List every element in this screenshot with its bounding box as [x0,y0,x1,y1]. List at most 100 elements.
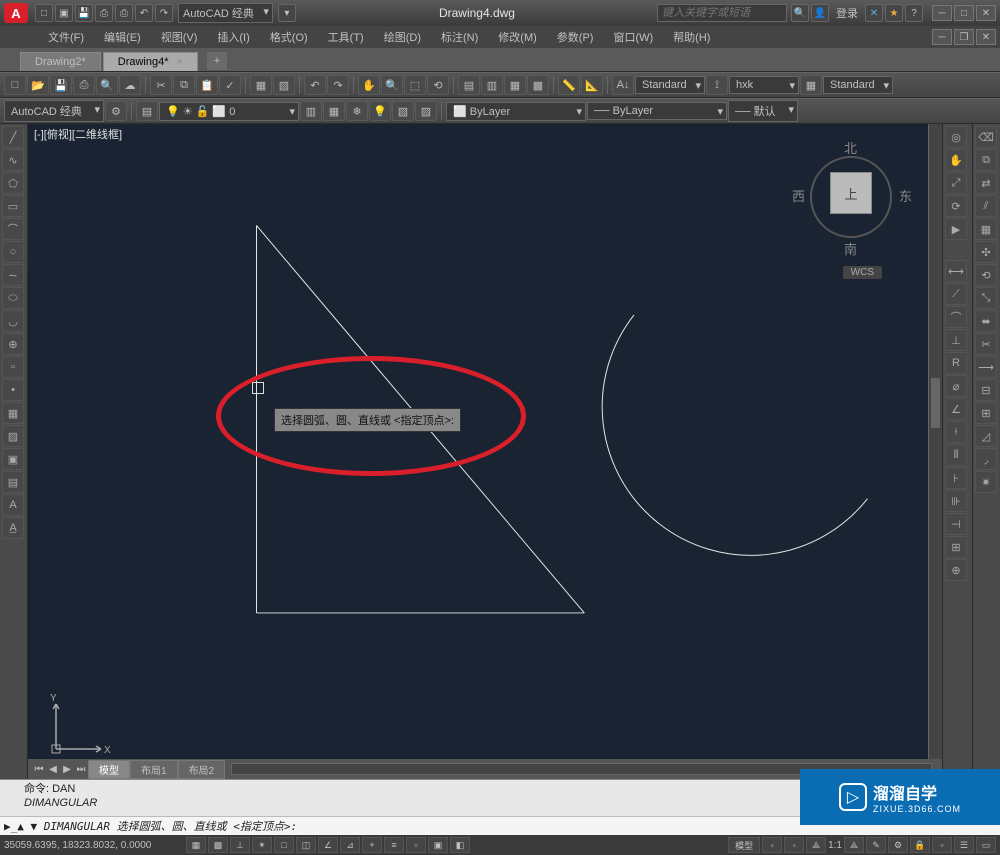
move-icon[interactable]: ✣ [975,241,997,263]
layer-dropdown[interactable]: 💡 ☀ 🔓 ⬜ 0 [159,102,299,121]
quickview-layouts-icon[interactable]: ▫ [762,837,782,853]
tab-prev-icon[interactable]: ◀ [46,764,60,775]
center-mark-icon[interactable]: ⊕ [945,559,967,581]
quickview-drawings-icon[interactable]: ▫ [784,837,804,853]
saveas-icon[interactable]: ⎙ [95,4,113,22]
mark-icon[interactable]: 📐 [581,75,603,95]
print-icon[interactable]: ⎙ [115,4,133,22]
menu-file[interactable]: 文件(F) [40,27,92,47]
tablestyle-icon[interactable]: ▦ [800,75,822,95]
menu-insert[interactable]: 插入(I) [209,27,257,47]
dim-baseline-icon[interactable]: ⫴ [945,444,967,466]
lineweight-dropdown[interactable]: ── 默认 [728,100,798,122]
polygon-icon[interactable]: ⬠ [2,172,24,194]
3dosnap-icon[interactable]: ◫ [296,837,316,853]
sc-icon[interactable]: ◧ [450,837,470,853]
viewcube-west[interactable]: 西 [792,186,805,205]
spline-icon[interactable]: ∼ [2,264,24,286]
menu-format[interactable]: 格式(O) [262,27,316,47]
dimstyle-dropdown[interactable]: hxk [729,76,799,94]
user-icon[interactable]: 👤 [811,4,829,22]
showmotion-icon[interactable]: ▶ [945,218,967,240]
mirror-icon[interactable]: ⇄ [975,172,997,194]
dim-ordinate-icon[interactable]: ⊥ [945,329,967,351]
props-icon[interactable]: ▤ [458,75,480,95]
dim-continue-icon[interactable]: ⊦ [945,467,967,489]
rectangle-icon[interactable]: ▭ [2,195,24,217]
tab-next-icon[interactable]: ▶ [60,764,74,775]
menu-edit[interactable]: 编辑(E) [96,27,149,47]
viewcube-east[interactable]: 东 [899,186,912,205]
new-icon[interactable]: □ [4,75,26,95]
pan-icon[interactable]: ✋ [945,149,967,171]
textstyle-dropdown[interactable]: Standard [635,76,705,94]
offset-icon[interactable]: ⫽ [975,195,997,217]
dropdown-icon[interactable]: ▾ [278,4,296,22]
wcs-label[interactable]: WCS [843,266,882,279]
linetype-dropdown[interactable]: ── ByLayer [587,102,727,120]
isolate-icon[interactable]: ☰ [954,837,974,853]
zoom-window-icon[interactable]: ⬚ [404,75,426,95]
copy-icon[interactable]: ⧉ [975,149,997,171]
doc-close-button[interactable]: ✕ [976,29,996,45]
new-tab-button[interactable]: + [206,51,228,71]
app-logo-icon[interactable]: A [4,3,28,23]
menu-view[interactable]: 视图(V) [153,27,206,47]
insert-icon[interactable]: ⊕ [2,333,24,355]
workspace-settings-icon[interactable]: ⚙ [105,101,127,121]
tablestyle-dropdown[interactable]: Standard [823,76,893,94]
paste-icon[interactable]: 📋 [196,75,218,95]
tool-palette-icon[interactable]: ▦ [504,75,526,95]
tab-last-icon[interactable]: ⏭ [74,764,88,775]
osnap-icon[interactable]: □ [274,837,294,853]
menu-window[interactable]: 窗口(W) [605,27,661,47]
hardware-accel-icon[interactable]: ▫ [932,837,952,853]
region-icon[interactable]: ▣ [2,448,24,470]
coordinates[interactable]: 35059.6395, 18323.8032, 0.0000 [4,840,184,851]
close-icon[interactable]: × [177,56,183,68]
dim-diameter-icon[interactable]: ⌀ [945,375,967,397]
block-icon[interactable]: ▫ [2,356,24,378]
clean-screen-icon[interactable]: ▭ [976,837,996,853]
chamfer-icon[interactable]: ◿ [975,425,997,447]
menu-param[interactable]: 参数(P) [549,27,602,47]
layer-states-icon[interactable]: ▥ [300,101,322,121]
layout-tab-2[interactable]: 布局2 [178,760,226,779]
arc-icon[interactable]: ⌒ [2,218,24,240]
annovisibility-icon[interactable]: ⟁ [844,837,864,853]
menu-dimension[interactable]: 标注(N) [433,27,486,47]
layer-iso-icon[interactable]: ▦ [323,101,345,121]
array-icon[interactable]: ▦ [975,218,997,240]
layout-tab-1[interactable]: 布局1 [130,760,178,779]
ellipse-icon[interactable]: ⬭ [2,287,24,309]
sheet-icon[interactable]: ▥ [481,75,503,95]
dim-linear-icon[interactable]: ⟷ [945,260,967,282]
polyline-icon[interactable]: ∿ [2,149,24,171]
layer-off-icon[interactable]: 💡 [369,101,391,121]
snap-icon[interactable]: ▦ [186,837,206,853]
menu-draw[interactable]: 绘图(D) [376,27,429,47]
doc-minimize-button[interactable]: ─ [932,29,952,45]
dim-break-icon[interactable]: ⊣ [945,513,967,535]
layer-match-icon[interactable]: ▧ [392,101,414,121]
maximize-button[interactable]: □ [954,5,974,21]
measure-icon[interactable]: 📏 [558,75,580,95]
rotate-icon[interactable]: ⟲ [975,264,997,286]
circle-icon[interactable]: ○ [2,241,24,263]
help-icon[interactable]: ? [905,4,923,22]
viewcube-top[interactable]: 上 [830,172,872,214]
copy-icon[interactable]: ⧉ [173,75,195,95]
color-dropdown[interactable]: ⬜ ByLayer [446,102,586,121]
menu-modify[interactable]: 修改(M) [490,27,545,47]
tab-first-icon[interactable]: ⏮ [32,764,46,775]
redo-icon[interactable]: ↷ [327,75,349,95]
workspace-dropdown[interactable]: AutoCAD 经典 [178,3,273,23]
steering-wheel-icon[interactable]: ◎ [945,126,967,148]
tpy-icon[interactable]: ▫ [406,837,426,853]
calc-icon[interactable]: ▩ [527,75,549,95]
explode-icon[interactable]: ✷ [975,471,997,493]
undo-icon[interactable]: ↶ [304,75,326,95]
cut-icon[interactable]: ✂ [150,75,172,95]
scale-icon[interactable]: ⤡ [975,287,997,309]
drawing-canvas[interactable]: [-][俯视][二维线框] 选择圆弧、圆、直线或 <指定顶点>: 北 [28,124,942,779]
